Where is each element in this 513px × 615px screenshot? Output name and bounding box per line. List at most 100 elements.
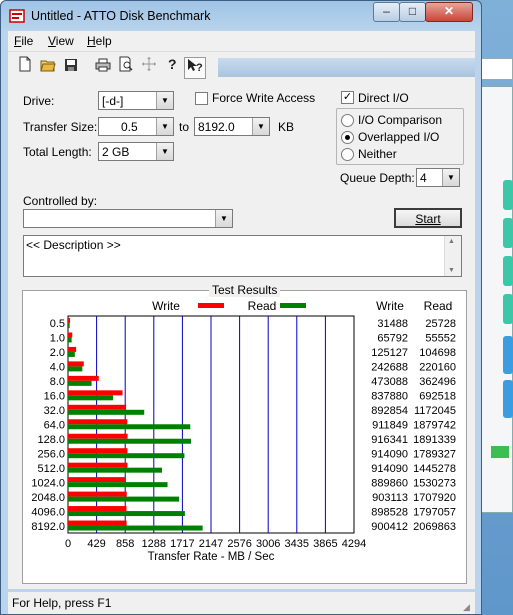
move-icon[interactable]	[138, 56, 160, 78]
write-value: 889860	[371, 477, 408, 489]
scroll-up-icon[interactable]: ▲	[448, 238, 455, 245]
legend-read-label: Read	[248, 299, 277, 313]
write-bar	[68, 346, 77, 352]
print-preview-icon[interactable]	[115, 56, 137, 78]
drive-select[interactable]: [-d-] ▼	[98, 91, 174, 110]
y-tick-label: 8192.0	[31, 521, 65, 533]
write-bar	[68, 318, 71, 323]
status-text: For Help, press F1	[12, 596, 112, 610]
write-value: 898528	[371, 506, 408, 518]
read-value: 1797057	[413, 506, 456, 518]
x-tick-label: 858	[116, 538, 134, 550]
overlapped-io-radio[interactable]	[341, 131, 354, 144]
io-comparison-label: I/O Comparison	[358, 113, 443, 127]
x-tick-label: 1288	[142, 538, 166, 550]
read-bar	[68, 525, 203, 531]
y-tick-label: 2.0	[50, 347, 65, 359]
close-button[interactable]: ✕	[425, 2, 473, 22]
read-value: 1789327	[413, 448, 456, 460]
context-help-icon[interactable]: ?	[184, 57, 206, 79]
queue-depth-select[interactable]: 4 ▼	[416, 168, 460, 187]
menu-view[interactable]: View	[48, 34, 74, 48]
scroll-down-icon[interactable]: ▼	[448, 267, 455, 274]
maximize-button[interactable]: □	[399, 2, 426, 22]
transfer-from-value: 0.5	[121, 120, 138, 134]
help-icon[interactable]: ?	[161, 56, 183, 78]
svg-text:?: ?	[168, 56, 177, 72]
resize-grip-icon[interactable]: ◢	[463, 602, 473, 612]
y-tick-label: 512.0	[37, 463, 65, 475]
y-tick-label: 8.0	[50, 376, 65, 388]
write-bar	[68, 332, 73, 338]
read-bar	[68, 511, 185, 517]
neither-radio[interactable]	[341, 148, 354, 161]
x-tick-label: 1717	[170, 538, 194, 550]
description-text: << Description >>	[26, 238, 121, 252]
neither-label: Neither	[358, 147, 397, 161]
y-tick-label: 4096.0	[31, 506, 65, 518]
force-write-label: Force Write Access	[212, 91, 316, 105]
legend-write-swatch	[198, 303, 224, 308]
description-field[interactable]: << Description >> ▲ ▼	[23, 235, 462, 277]
x-tick-label: 2576	[227, 538, 251, 550]
new-icon[interactable]	[14, 56, 36, 78]
write-value: 911849	[372, 420, 408, 432]
toolbar: ? ?	[8, 51, 475, 82]
read-column-header: Read	[424, 299, 453, 313]
menu-bar: File View Help	[8, 31, 475, 51]
write-bar	[68, 520, 127, 526]
io-comparison-radio[interactable]	[341, 114, 354, 127]
save-icon[interactable]	[60, 56, 82, 78]
write-bar	[68, 477, 126, 483]
read-bar	[68, 438, 192, 444]
write-bar	[68, 462, 128, 468]
read-value: 2069863	[413, 521, 456, 533]
read-bar	[68, 482, 168, 488]
force-write-checkbox[interactable]	[195, 92, 208, 105]
total-length-select[interactable]: 2 GB ▼	[98, 142, 174, 161]
transfer-from-select[interactable]: 0.5 ▼	[98, 117, 174, 136]
x-tick-label: 3865	[313, 538, 337, 550]
minimize-button[interactable]: –	[373, 2, 400, 22]
print-icon[interactable]	[92, 56, 114, 78]
read-value: 1879742	[413, 420, 456, 432]
read-bar	[68, 424, 191, 430]
description-scrollbar[interactable]: ▲ ▼	[444, 236, 461, 276]
overlapped-io-label: Overlapped I/O	[358, 130, 440, 144]
legend-read-swatch	[280, 303, 306, 308]
menu-help[interactable]: Help	[87, 34, 112, 48]
y-tick-label: 128.0	[37, 434, 65, 446]
client-area: Drive: [-d-] ▼ Force Write Access ✓ Dire…	[8, 81, 475, 589]
chevron-down-icon: ▼	[442, 169, 459, 186]
results-chart: Write Read Write Read 0 429 858 1288 1717 2147 257…	[31, 299, 456, 563]
x-tick-label: 3435	[285, 538, 309, 550]
menu-file[interactable]: File	[14, 34, 33, 48]
read-bar	[68, 467, 163, 473]
write-value: 125127	[371, 347, 408, 359]
y-tick-label: 4.0	[50, 362, 65, 374]
y-tick-label: 0.5	[50, 318, 65, 330]
app-icon	[9, 9, 25, 23]
y-tick-label: 64.0	[44, 420, 65, 432]
toolbar-filler	[218, 58, 475, 77]
read-value: 362496	[419, 376, 456, 388]
background-tile	[503, 336, 513, 374]
write-value: 914090	[371, 448, 408, 460]
write-bar	[68, 448, 128, 454]
start-button[interactable]: Start	[394, 208, 462, 228]
read-bar	[68, 323, 70, 328]
write-value: 31488	[377, 318, 408, 330]
background-tile	[503, 380, 513, 418]
write-value: 892854	[371, 405, 408, 417]
background-tile	[503, 218, 513, 248]
direct-io-checkbox[interactable]: ✓	[341, 91, 354, 104]
transfer-to-select[interactable]: 8192.0 ▼	[194, 117, 270, 136]
chevron-down-icon: ▼	[156, 143, 173, 160]
queue-depth-label: Queue Depth:	[340, 171, 415, 185]
read-value: 1530273	[413, 477, 456, 489]
write-bar	[68, 390, 123, 396]
transfer-to-value: 8192.0	[198, 120, 235, 134]
open-icon[interactable]	[37, 56, 59, 78]
controlled-by-select[interactable]: ▼	[23, 209, 233, 228]
read-value: 220160	[419, 362, 456, 374]
